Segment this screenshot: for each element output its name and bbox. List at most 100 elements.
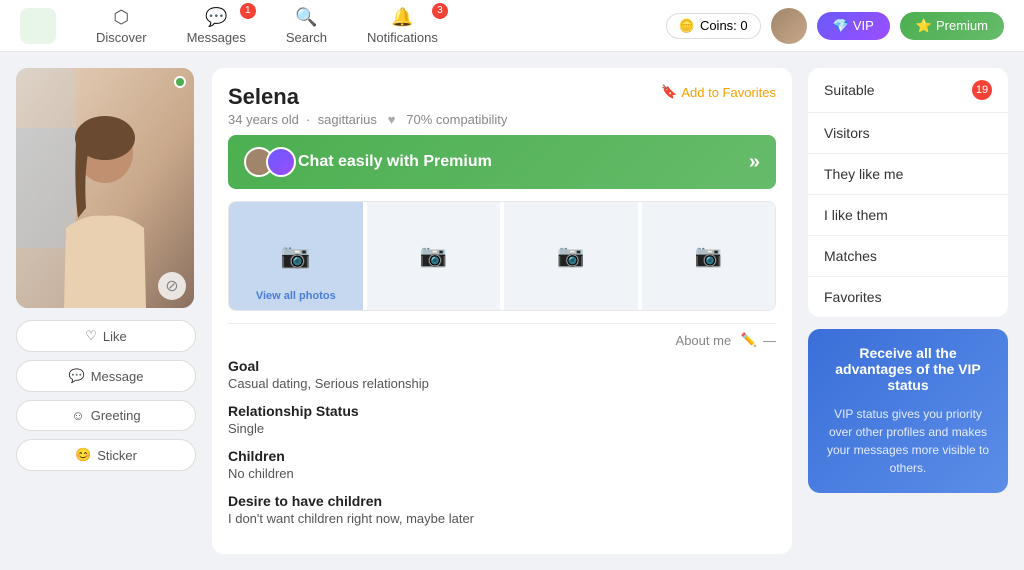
add-favorites-label: Add to Favorites xyxy=(681,85,776,100)
sticker-label: Sticker xyxy=(97,448,137,463)
chat-avatar-2 xyxy=(266,147,296,177)
goal-section: Goal Casual dating, Serious relationship xyxy=(228,358,776,391)
bookmark-icon: 🔖 xyxy=(661,84,677,100)
about-me-label: About me xyxy=(676,333,732,348)
add-to-favorites-button[interactable]: 🔖 Add to Favorites xyxy=(661,84,776,100)
like-button[interactable]: ♡ Like xyxy=(16,320,196,352)
search-icon: 🔍 xyxy=(295,7,317,28)
photos-grid: 📷 View all photos 📷 📷 📷 xyxy=(228,201,776,311)
coins-icon: 🪙 xyxy=(679,18,695,34)
message-icon: 💬 xyxy=(69,368,85,384)
camera-icon-2: 📷 xyxy=(420,243,447,269)
left-column: ⊘ ♡ Like 💬 Message ☺ Greeting 😊 Sticker xyxy=(16,68,196,554)
relationship-section: Relationship Status Single xyxy=(228,403,776,436)
app-logo xyxy=(20,8,56,44)
collapse-icon: — xyxy=(763,333,776,348)
avatar-image xyxy=(771,8,807,44)
photo-cell-4[interactable]: 📷 xyxy=(642,202,776,310)
sidebar-favorites-label: Favorites xyxy=(824,289,882,305)
camera-icon-1: 📷 xyxy=(281,242,311,271)
greeting-button[interactable]: ☺ Greeting xyxy=(16,400,196,431)
profile-age: 34 years old xyxy=(228,112,299,127)
profile-detail-panel: Selena 34 years old · sagittarius ♥ 70% … xyxy=(212,68,792,554)
sidebar-nav-card: Suitable 19 Visitors They like me I like… xyxy=(808,68,1008,317)
sidebar-item-favorites[interactable]: Favorites xyxy=(808,277,1008,317)
greeting-icon: ☺ xyxy=(71,408,84,423)
vip-promo-body: VIP status gives you priority over other… xyxy=(824,405,992,477)
sidebar-item-suitable[interactable]: Suitable 19 xyxy=(808,68,1008,113)
desire-children-label: Desire to have children xyxy=(228,493,776,509)
chat-premium-left: Chat easily with Premium xyxy=(244,147,492,177)
children-value: No children xyxy=(228,466,776,481)
profile-name: Selena xyxy=(228,84,507,110)
vip-promo-title: Receive all the advantages of the VIP st… xyxy=(824,345,992,393)
sidebar-item-i-like-them[interactable]: I like them xyxy=(808,195,1008,236)
header: ⬡ Discover 1 💬 Messages 🔍 Search 3 🔔 Not… xyxy=(0,0,1024,52)
premium-icon: ⭐ xyxy=(916,18,932,34)
sidebar-i-like-them-label: I like them xyxy=(824,207,888,223)
sidebar-matches-label: Matches xyxy=(824,248,877,264)
profile-info: 34 years old · sagittarius ♥ 70% compati… xyxy=(228,112,507,127)
coins-label: Coins: 0 xyxy=(700,18,748,33)
goal-label: Goal xyxy=(228,358,776,374)
nav-discover[interactable]: ⬡ Discover xyxy=(76,1,167,51)
vip-label: VIP xyxy=(853,18,874,33)
heart-icon: ♡ xyxy=(85,328,97,344)
desire-children-section: Desire to have children I don't want chi… xyxy=(228,493,776,526)
notifications-icon: 🔔 xyxy=(391,7,413,28)
view-all-photos-label: View all photos xyxy=(256,290,336,302)
photo-cell-2[interactable]: 📷 xyxy=(367,202,501,310)
main-layout: ⊘ ♡ Like 💬 Message ☺ Greeting 😊 Sticker xyxy=(0,52,1024,570)
profile-sign: sagittarius xyxy=(318,112,377,127)
sticker-icon: 😊 xyxy=(75,447,91,463)
message-button[interactable]: 💬 Message xyxy=(16,360,196,392)
camera-icon-4: 📷 xyxy=(695,243,722,269)
discover-icon: ⬡ xyxy=(113,7,129,28)
sidebar-item-matches[interactable]: Matches xyxy=(808,236,1008,277)
about-me-header: About me ✏️ — xyxy=(228,323,776,348)
children-section: Children No children xyxy=(228,448,776,481)
nav-search[interactable]: 🔍 Search xyxy=(266,1,347,51)
user-avatar[interactable] xyxy=(771,8,807,44)
sidebar-visitors-label: Visitors xyxy=(824,125,870,141)
premium-label: Premium xyxy=(936,18,988,33)
online-indicator xyxy=(174,76,186,88)
nav-messages-label: Messages xyxy=(187,30,246,45)
photo-cell-1[interactable]: 📷 View all photos xyxy=(229,202,363,310)
notifications-badge: 3 xyxy=(432,3,448,19)
profile-name-section: Selena 34 years old · sagittarius ♥ 70% … xyxy=(228,84,507,127)
edit-icon: ✏️ xyxy=(741,332,757,348)
profile-image-container: ⊘ xyxy=(16,68,194,308)
sticker-button[interactable]: 😊 Sticker xyxy=(16,439,196,471)
profile-header: Selena 34 years old · sagittarius ♥ 70% … xyxy=(228,84,776,127)
sidebar-they-like-me-label: They like me xyxy=(824,166,903,182)
nav-messages[interactable]: 1 💬 Messages xyxy=(167,1,266,51)
chat-premium-button[interactable]: Chat easily with Premium » xyxy=(228,135,776,189)
vip-icon: 💎 xyxy=(833,18,849,34)
nav-notifications[interactable]: 3 🔔 Notifications xyxy=(347,1,458,51)
goal-value: Casual dating, Serious relationship xyxy=(228,376,776,391)
profile-compatibility: 70% compatibility xyxy=(406,112,507,127)
message-label: Message xyxy=(91,369,144,384)
desire-children-value: I don't want children right now, maybe l… xyxy=(228,511,776,526)
sidebar-item-they-like-me[interactable]: They like me xyxy=(808,154,1008,195)
right-sidebar: Suitable 19 Visitors They like me I like… xyxy=(808,68,1008,554)
chat-premium-label: Chat easily with Premium xyxy=(298,153,492,171)
sidebar-suitable-label: Suitable xyxy=(824,82,875,98)
relationship-value: Single xyxy=(228,421,776,436)
main-nav: ⬡ Discover 1 💬 Messages 🔍 Search 3 🔔 Not… xyxy=(76,1,656,51)
vip-promo-card: Receive all the advantages of the VIP st… xyxy=(808,329,1008,493)
relationship-label: Relationship Status xyxy=(228,403,776,419)
vip-button[interactable]: 💎 VIP xyxy=(817,12,890,40)
camera-icon-3: 📷 xyxy=(557,243,584,269)
photo-cell-3[interactable]: 📷 xyxy=(504,202,638,310)
block-icon[interactable]: ⊘ xyxy=(158,272,186,300)
nav-discover-label: Discover xyxy=(96,30,147,45)
chevrons-icon: » xyxy=(749,151,760,174)
chat-avatars xyxy=(244,147,288,177)
coins-button[interactable]: 🪙 Coins: 0 xyxy=(666,13,761,39)
premium-button[interactable]: ⭐ Premium xyxy=(900,12,1004,40)
sidebar-item-visitors[interactable]: Visitors xyxy=(808,113,1008,154)
nav-notifications-label: Notifications xyxy=(367,30,438,45)
messages-icon: 💬 xyxy=(205,7,227,28)
